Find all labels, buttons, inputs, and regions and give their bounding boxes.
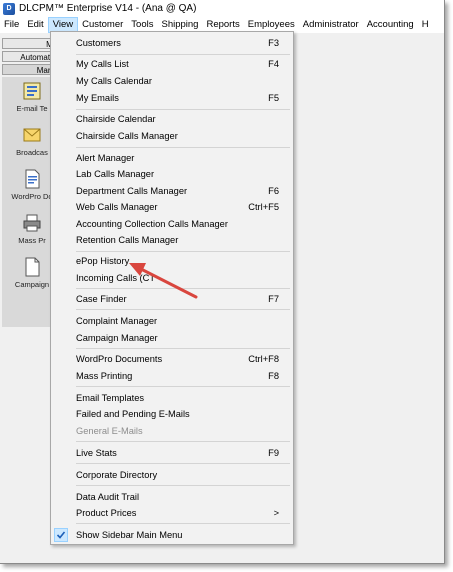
menu-item-retention-calls-manager[interactable]: Retention Calls Manager [51,232,293,248]
window-title: DLCPM™ Enterprise V14 - (Ana @ QA) [19,3,197,14]
menu-separator [76,54,290,55]
menu-separator [76,288,290,289]
menu-item-department-calls-manager[interactable]: Department Calls Manager F6 [51,183,293,199]
menu-item-chairside-calendar[interactable]: Chairside Calendar [51,111,293,127]
campaign-document-icon [25,257,40,277]
view-menu-dropdown: Customers F3 My Calls List F4 My Calls Cal… [50,31,294,545]
menu-item-my-emails[interactable]: My Emails F5 [51,90,293,106]
menu-item-live-stats[interactable]: Live Stats F9 [51,445,293,461]
menu-separator [76,109,290,110]
menu-item-incoming-calls[interactable]: Incoming Calls (CT [51,270,293,286]
menu-separator [76,463,290,464]
menu-item-complaint-manager[interactable]: Complaint Manager [51,313,293,329]
menu-separator [76,485,290,486]
screenshot-frame: D DLCPM™ Enterprise V14 - (Ana @ QA) Fil… [0,0,445,564]
document-icon [25,169,40,189]
menu-item-email-templates[interactable]: Email Templates [51,390,293,406]
email-template-icon [23,82,41,100]
menu-item-product-prices[interactable]: Product Prices > [51,505,293,521]
menu-separator [76,309,290,310]
envelope-icon [23,128,41,142]
menu-item-case-finder[interactable]: Case Finder F7 [51,291,293,307]
menu-item-show-sidebar-main-menu[interactable]: Show Sidebar Main Menu [51,527,293,543]
menu-item-epop-history[interactable]: ePop History [51,253,293,269]
dlcpm-app-icon: D [3,2,15,15]
menu-item-my-calls-list[interactable]: My Calls List F4 [51,56,293,72]
menu-separator [76,523,290,524]
menu-separator [76,441,290,442]
menu-item-data-audit-trail[interactable]: Data Audit Trail [51,489,293,505]
menu-administrator[interactable]: Administrator [299,17,363,33]
menu-separator [76,348,290,349]
menu-item-campaign-manager[interactable]: Campaign Manager [51,330,293,346]
checkmark-icon [54,528,68,542]
menu-item-wordpro-documents[interactable]: WordPro Documents Ctrl+F8 [51,351,293,367]
menu-item-web-calls-manager[interactable]: Web Calls Manager Ctrl+F5 [51,199,293,215]
menu-item-accounting-collection-calls-manager[interactable]: Accounting Collection Calls Manager [51,216,293,232]
menu-item-failed-pending-emails[interactable]: Failed and Pending E-Mails [51,406,293,422]
menu-separator [76,147,290,148]
menu-edit[interactable]: Edit [23,17,47,33]
menu-file[interactable]: File [0,17,23,33]
menu-accounting[interactable]: Accounting [363,17,418,33]
menu-help[interactable]: H [418,17,433,33]
title-bar: D DLCPM™ Enterprise V14 - (Ana @ QA) [0,0,444,17]
menu-item-chairside-calls-manager[interactable]: Chairside Calls Manager [51,128,293,144]
printer-icon [23,214,41,232]
submenu-arrow-icon: > [273,508,279,518]
menu-item-mass-printing[interactable]: Mass Printing F8 [51,368,293,384]
menu-item-lab-calls-manager[interactable]: Lab Calls Manager [51,166,293,182]
menu-separator [76,251,290,252]
menu-item-customers[interactable]: Customers F3 [51,35,293,51]
menu-item-alert-manager[interactable]: Alert Manager [51,150,293,166]
menu-item-corporate-directory[interactable]: Corporate Directory [51,467,293,483]
menu-separator [76,386,290,387]
menu-item-my-calls-calendar[interactable]: My Calls Calendar [51,73,293,89]
menu-item-general-emails: General E-Mails [76,426,143,436]
